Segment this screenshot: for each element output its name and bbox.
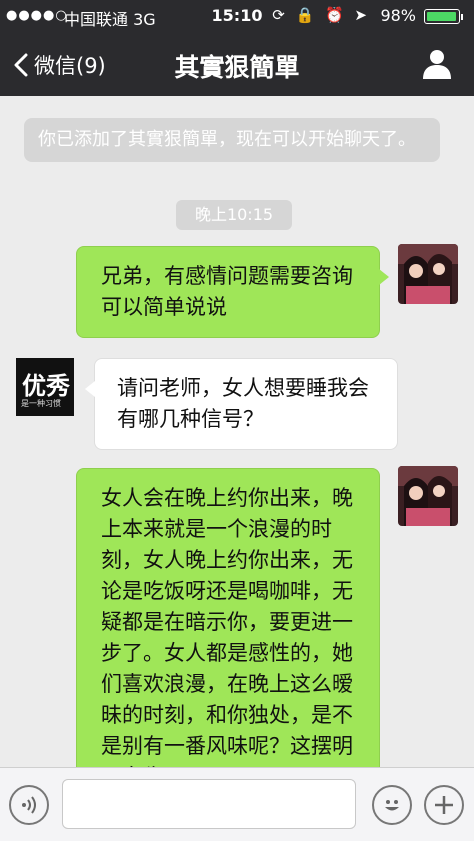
smiley-icon <box>385 800 399 811</box>
voice-button[interactable] <box>9 785 49 825</box>
message-text: 请问老师，女人想要睡我会有哪几种信号？ <box>117 376 369 431</box>
voice-icon <box>22 796 36 814</box>
plus-icon <box>435 796 453 814</box>
top-bar: ●●●●○ 中国联通 3G 15:10 ⟳ 🔒 ⏰ ➤ 98% 微信(9) 其實… <box>0 0 474 96</box>
battery-percent: 98% <box>380 6 416 25</box>
status-icons: ⟳ 🔒 ⏰ ➤ <box>272 6 370 24</box>
profile-button[interactable] <box>420 46 454 84</box>
message-input[interactable] <box>62 779 356 829</box>
message-text: 女人会在晚上约你出来，晚上本来就是一个浪漫的时刻，女人晚上约你出来，无论是吃饭呀… <box>101 486 353 767</box>
avatar-logo-text: 优秀 <box>22 372 70 400</box>
message-timestamp: 晚上10:15 <box>176 200 292 230</box>
nav-bar: 微信(9) 其實狠簡單 <box>0 34 474 96</box>
emoji-button[interactable] <box>372 785 412 825</box>
chat-area[interactable]: 你已添加了其實狠簡單，现在可以开始聊天了。 晚上10:15 兄弟，有感情问题需要… <box>0 96 474 767</box>
status-bar: ●●●●○ 中国联通 3G 15:10 ⟳ 🔒 ⏰ ➤ 98% <box>0 0 474 34</box>
more-button[interactable] <box>424 785 464 825</box>
chat-title: 其實狠簡單 <box>174 53 300 82</box>
input-bar <box>0 767 474 841</box>
my-avatar[interactable] <box>398 244 458 304</box>
system-message: 你已添加了其實狠簡單，现在可以开始聊天了。 <box>24 118 440 162</box>
message-bubble-sent[interactable]: 兄弟，有感情问题需要咨询可以简单说说 <box>76 246 389 338</box>
message-text: 兄弟，有感情问题需要咨询可以简单说说 <box>101 264 353 319</box>
avatar-logo-subtext: 是一种习惯 <box>21 399 61 408</box>
my-avatar[interactable] <box>398 466 458 526</box>
message-bubble-sent[interactable]: 女人会在晚上约你出来，晚上本来就是一个浪漫的时刻，女人晚上约你出来，无论是吃饭呀… <box>76 468 380 767</box>
avatar-photo <box>398 244 458 304</box>
battery-icon <box>424 9 463 24</box>
message-bubble-received[interactable]: 请问老师，女人想要睡我会有哪几种信号？ <box>85 358 398 450</box>
avatar-photo <box>398 466 458 526</box>
person-icon <box>423 50 451 79</box>
contact-avatar[interactable]: 优秀 是一种习惯 <box>16 358 74 416</box>
